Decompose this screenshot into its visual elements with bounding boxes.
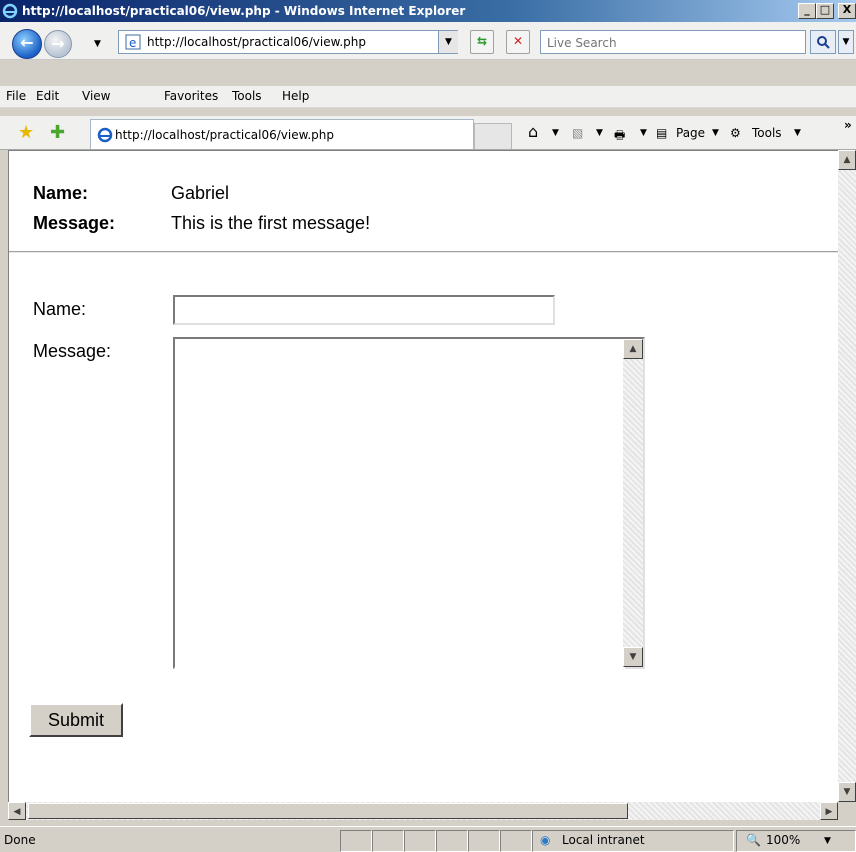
window-title: http://localhost/practical06/view.php - … [22,4,466,18]
tab-ie-icon [97,127,113,143]
browser-tab[interactable]: http://localhost/practical06/view.php [90,119,474,149]
divider [9,251,839,253]
search-button[interactable] [810,30,836,54]
status-cell [372,830,404,852]
feeds-icon[interactable]: ▧ [572,126,583,140]
message-textarea[interactable] [175,339,625,671]
posted-message-value: This is the first message! [171,213,371,233]
zoom-dropdown-icon[interactable]: ▼ [824,836,831,846]
status-bar: Done ◉ Local intranet 🔍 100% ▼ [0,826,856,852]
intranet-globe-icon: ◉ [540,833,551,847]
tools-menu[interactable]: Tools [752,126,782,140]
search-options-dropdown-icon[interactable]: ▼ [838,30,854,54]
minimize-button[interactable]: _ [798,3,816,19]
message-field-label: Message: [33,341,112,361]
address-dropdown-icon[interactable]: ▼ [438,31,458,53]
more-commands-chevron[interactable]: » [844,118,852,132]
favorites-star-icon[interactable]: ★ [18,122,34,143]
search-icon [817,36,830,49]
zoom-magnifier-icon: 🔍 [746,833,761,847]
status-cell [340,830,372,852]
tab-title: http://localhost/practical06/view.php [115,128,334,142]
svg-text:e: e [129,36,136,50]
home-icon[interactable]: ⌂ [528,122,538,141]
menu-favorites[interactable]: Favorites [164,89,218,103]
feeds-dropdown-icon[interactable]: ▼ [596,128,603,138]
close-button[interactable]: X [838,3,856,19]
address-url: http://localhost/practical06/view.php [147,35,366,49]
command-bar: ★ ✚ http://localhost/practical06/view.ph… [0,116,856,150]
status-cell [436,830,468,852]
status-cell [468,830,500,852]
back-button[interactable]: ← [12,29,42,59]
menu-tools[interactable]: Tools [232,89,262,103]
stop-button[interactable]: ✕ [506,30,530,54]
page-scroll-up-icon[interactable]: ▲ [838,150,856,170]
print-dropdown-icon[interactable]: ▼ [640,128,647,138]
search-box[interactable] [540,30,806,54]
menu-bar: File Edit View Favorites Tools Help [0,86,856,108]
page-content: Name: Gabriel Message: This is the first… [8,150,839,802]
address-bar[interactable]: e http://localhost/practical06/view.php [118,30,458,54]
posted-name-value: Gabriel [171,183,230,203]
textarea-scroll-down-icon[interactable]: ▼ [623,647,643,667]
menu-view[interactable]: View [82,89,110,103]
print-icon[interactable]: 🖶 [614,126,625,147]
submit-button[interactable]: Submit [29,703,123,737]
textarea-scroll-up-icon[interactable]: ▲ [623,339,643,359]
security-zone: Local intranet [562,833,645,847]
page-ie-icon: e [125,34,141,50]
menu-edit[interactable]: Edit [36,89,59,103]
status-text: Done [4,833,36,847]
zoom-level[interactable]: 100% [766,833,800,847]
recent-pages-dropdown-icon[interactable]: ▼ [94,39,101,49]
message-scrollbar[interactable]: ▲ ▼ [623,339,643,667]
page-vertical-scrollbar[interactable]: ▲ ▼ [838,150,856,802]
maximize-button[interactable]: □ [816,3,834,19]
page-horizontal-scrollbar[interactable]: ◀ ▶ [8,802,838,820]
menu-file[interactable]: File [6,89,26,103]
posted-message-label: Message: [33,213,116,233]
page-scroll-right-icon[interactable]: ▶ [820,802,838,820]
name-input[interactable] [173,295,555,325]
new-tab-button[interactable] [474,123,512,149]
page-menu[interactable]: Page [676,126,705,140]
page-dropdown-icon[interactable]: ▼ [712,128,719,138]
posted-name-label: Name: [33,183,89,203]
search-input[interactable] [545,32,799,54]
forward-arrow-icon: → [51,34,65,53]
refresh-button[interactable]: ⇆ [470,30,494,54]
status-cell [404,830,436,852]
name-field-label: Name: [33,299,87,319]
page-scroll-down-icon[interactable]: ▼ [838,782,856,802]
ie-logo-icon [2,3,18,19]
page-scroll-left-icon[interactable]: ◀ [8,802,26,820]
horizontal-scroll-thumb[interactable] [28,803,628,819]
tools-gear-icon: ⚙ [730,126,741,140]
page-icon: ▤ [656,126,668,140]
title-bar[interactable]: http://localhost/practical06/view.php - … [0,0,856,22]
status-cell [500,830,532,852]
message-textarea-frame: ▲ ▼ [173,337,645,671]
back-arrow-icon: ← [20,33,34,52]
navigation-bar: ← → ▼ e http://localhost/practical06/vie… [0,22,856,60]
tools-dropdown-icon[interactable]: ▼ [794,128,801,138]
forward-button[interactable]: → [44,30,72,58]
home-dropdown-icon[interactable]: ▼ [552,128,559,138]
add-favorites-icon[interactable]: ✚ [50,122,65,143]
menu-help[interactable]: Help [282,89,309,103]
